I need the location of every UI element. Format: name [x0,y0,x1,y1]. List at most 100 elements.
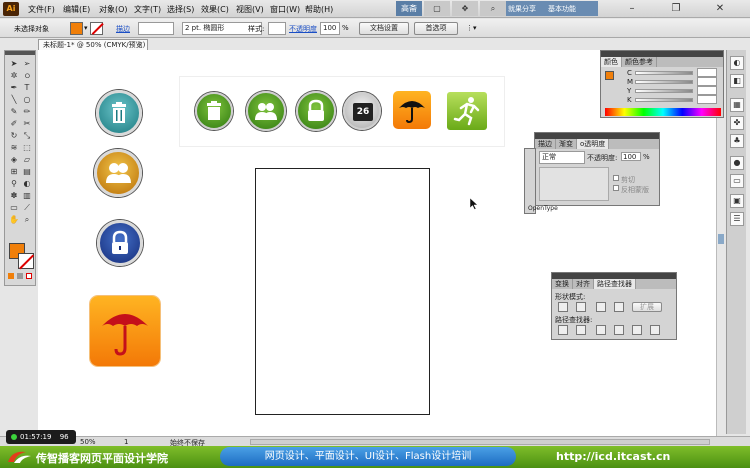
tab-color-guide[interactable]: 颜色参考 [622,57,657,67]
divide-icon[interactable] [558,325,568,335]
clip-checkbox[interactable] [613,175,619,181]
page-number[interactable]: 1 [124,438,128,446]
merge-icon[interactable] [596,325,606,335]
workspace-switcher[interactable]: 基本功能 [548,4,576,14]
minimize-icon[interactable]: – [610,1,654,16]
gradient-mode-icon[interactable] [17,273,23,279]
minus-front-icon[interactable] [576,302,586,312]
unite-icon[interactable] [558,302,568,312]
banner-url[interactable]: http://icd.itcast.cn [556,450,670,463]
trim-icon[interactable] [576,325,586,335]
document-tab[interactable]: 未标题-1* @ 50% (CMYK/预览) × [38,39,148,50]
black-slider[interactable] [635,98,693,102]
tab-stroke[interactable]: 描边 [535,139,556,149]
none-mode-icon[interactable] [26,273,32,279]
brushes-icon[interactable]: ✤ [730,116,744,130]
color-panel-icon[interactable]: ◐ [730,56,744,70]
arrange-docs-icon[interactable]: ⋮▾ [466,24,477,32]
lasso-tool-icon[interactable]: ഠ [22,71,32,81]
artboard[interactable] [255,168,430,415]
swatches-icon[interactable]: ▦ [730,98,744,112]
cyan-field[interactable] [697,68,717,77]
gradient-panel-icon[interactable]: ▭ [730,174,744,188]
outline-icon[interactable] [632,325,642,335]
close-icon[interactable]: ✕ [698,1,742,16]
stroke-weight-field[interactable] [138,22,174,35]
zoom-tool-icon[interactable]: ⌕ [22,215,32,225]
direct-selection-tool-icon[interactable]: ➢ [22,59,32,69]
selection-tool-icon[interactable]: ➤ [9,59,19,69]
expand-button[interactable]: 扩展 [632,302,662,312]
free-transform-tool-icon[interactable]: ⬚ [22,143,32,153]
menu-type[interactable]: 文字(T) [134,4,161,15]
yellow-field[interactable] [697,86,717,95]
paintbrush-tool-icon[interactable]: ✎ [9,107,19,117]
line-tool-icon[interactable]: ╲ [9,95,19,105]
artboard-tool-icon[interactable]: ▭ [9,203,19,213]
intersect-icon[interactable] [596,302,606,312]
rotate-tool-icon[interactable]: ↻ [9,131,19,141]
stroke-link[interactable]: 描边 [116,24,130,34]
scrollbar-thumb[interactable] [718,234,724,244]
slice-tool-icon[interactable]: ⟋ [22,203,32,213]
style-swatch[interactable] [268,22,286,35]
menu-edit[interactable]: 编辑(E) [63,4,90,15]
stroke-color-icon[interactable] [18,253,34,269]
document-setup-button[interactable]: 文档设置 [359,22,409,35]
move-icon[interactable]: ✥ [452,1,478,16]
black-field[interactable] [697,95,717,104]
blend-mode-select[interactable]: 正常 [539,151,585,164]
stroke-panel-icon[interactable]: ● [730,156,744,170]
fill-swatch[interactable] [605,71,614,80]
menu-select[interactable]: 选择(S) [167,4,194,15]
mesh-tool-icon[interactable]: ⊞ [9,167,19,177]
tab-pathfinder[interactable]: 路径查找器 [594,279,636,289]
hand-tool-icon[interactable]: ✋ [9,215,19,225]
zoom-icon[interactable]: ⌕ [480,1,506,16]
blend-tool-icon[interactable]: ◐ [22,179,32,189]
restore-icon[interactable]: ❐ [654,1,698,16]
perspective-tool-icon[interactable]: ▱ [22,155,32,165]
opentype-tab[interactable]: OpenType [528,205,558,212]
symbol-sprayer-tool-icon[interactable]: ✽ [9,191,19,201]
tab-transform[interactable]: 变换 [552,279,573,289]
color-guide-icon[interactable]: ◧ [730,74,744,88]
symbols-icon[interactable]: ♣ [730,134,744,148]
menu-file[interactable]: 文件(F) [28,4,55,15]
menu-effect[interactable]: 效果(C) [201,4,229,15]
mask-thumbnail[interactable] [539,167,609,201]
zoom-level[interactable]: 50% [80,438,96,446]
opacity-link[interactable]: 不透明度 [289,24,317,34]
tab-transparency[interactable]: o透明度 [577,139,610,149]
blob-brush-tool-icon[interactable]: ✐ [9,119,19,129]
arrange-icon[interactable]: ▢ [424,1,450,16]
magenta-field[interactable] [697,77,717,86]
bridge-button[interactable]: 高斋 [396,1,422,16]
fill-swatch[interactable] [70,22,83,35]
cyan-slider[interactable] [635,71,693,75]
gradient-tool-icon[interactable]: ▤ [22,167,32,177]
magic-wand-tool-icon[interactable]: ✲ [9,71,19,81]
color-spectrum[interactable] [605,108,721,116]
share-button[interactable]: 就果分享 [508,4,536,14]
warp-tool-icon[interactable]: ≋ [9,143,19,153]
stroke-swatch[interactable] [90,22,103,35]
menu-help[interactable]: 帮助(H) [305,4,333,15]
eyedropper-tool-icon[interactable]: ⚲ [9,179,19,189]
shape-builder-tool-icon[interactable]: ◈ [9,155,19,165]
exclude-icon[interactable] [614,302,624,312]
menu-window[interactable]: 窗口(W) [270,4,300,15]
crop-icon[interactable] [614,325,624,335]
appearance-icon[interactable]: ▣ [730,194,744,208]
scale-tool-icon[interactable]: ⤡ [22,131,32,141]
menu-object[interactable]: 对象(O) [99,4,128,15]
opacity-field[interactable]: 100 [320,22,340,35]
graph-tool-icon[interactable]: ▥ [22,191,32,201]
tab-color[interactable]: 颜色 [601,57,622,67]
horizontal-scrollbar[interactable] [250,439,710,445]
opacity-field[interactable]: 100 [621,152,641,161]
eraser-tool-icon[interactable]: ✂ [22,119,32,129]
close-tab-icon[interactable]: × [137,40,143,50]
type-tool-icon[interactable]: T [22,83,32,93]
yellow-slider[interactable] [635,89,693,93]
